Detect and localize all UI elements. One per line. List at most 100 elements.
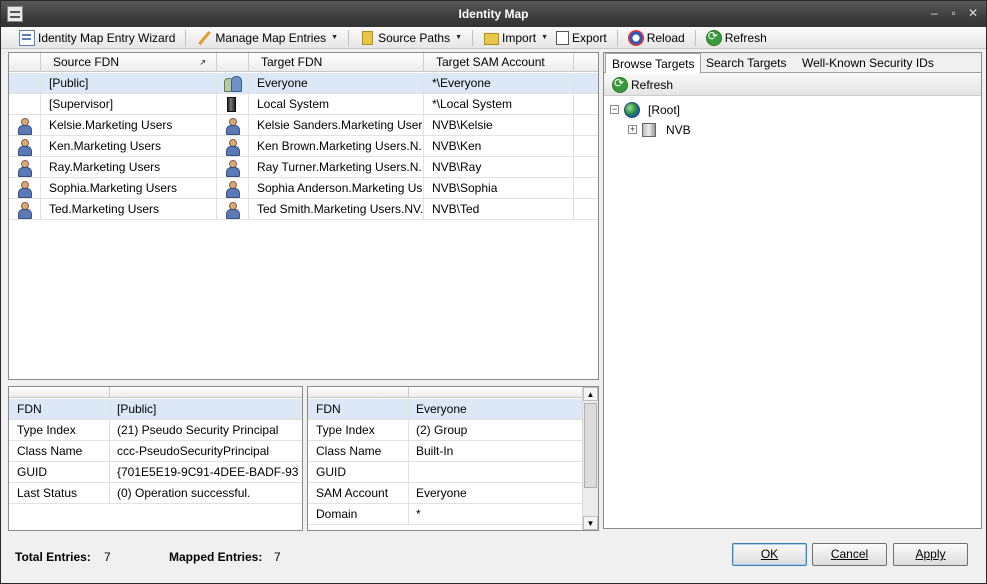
property-name: FDN xyxy=(316,402,341,416)
source-icon-cell xyxy=(9,73,41,93)
manage-map-entries-button[interactable]: Manage Map Entries ▼ xyxy=(192,28,342,48)
target-fdn-cell: Kelsie Sanders.Marketing User... xyxy=(249,115,424,135)
target-properties-scrollbar[interactable]: ▲ ▼ xyxy=(582,387,598,530)
target-icon-cell xyxy=(217,157,249,177)
scroll-down-arrow-icon[interactable]: ▼ xyxy=(583,516,598,530)
user-icon xyxy=(17,181,32,198)
property-row[interactable]: Domain * xyxy=(308,504,582,525)
refresh-button[interactable]: Refresh xyxy=(702,28,771,48)
export-icon xyxy=(556,30,569,45)
table-row[interactable]: [Public] Everyone *\Everyone xyxy=(9,73,598,94)
browse-refresh-button[interactable]: Refresh xyxy=(608,75,677,95)
property-name: Class Name xyxy=(316,444,382,458)
toolbar-separator xyxy=(348,29,350,46)
source-icon-cell xyxy=(9,115,41,135)
table-row[interactable]: Ray.Marketing Users Ray Turner.Marketing … xyxy=(9,157,598,178)
source-fdn-cell: Ray.Marketing Users xyxy=(41,157,217,177)
target-sam-account-cell: *\Local System xyxy=(424,94,574,114)
target-properties-panel[interactable]: FDN Everyone Type Index (2) Group Class Name… xyxy=(307,386,599,531)
property-value: Everyone xyxy=(416,402,467,416)
dropdown-arrow-icon: ▼ xyxy=(331,34,339,41)
property-divider xyxy=(408,504,409,524)
total-entries-value: 7 xyxy=(104,550,111,564)
target-icon-cell xyxy=(217,94,249,114)
target-fdn-cell: Ray Turner.Marketing Users.N... xyxy=(249,157,424,177)
property-row[interactable]: Type Index (2) Group xyxy=(308,420,582,441)
property-row[interactable]: FDN Everyone xyxy=(308,399,582,420)
target-sam-account-cell: NVB\Ray xyxy=(424,157,574,177)
property-value: Built-In xyxy=(416,444,454,458)
table-row[interactable]: Kelsie.Marketing Users Kelsie Sanders.Mar… xyxy=(9,115,598,136)
table-row[interactable]: Sophia.Marketing Users Sophia Anderson.Ma… xyxy=(9,178,598,199)
property-name: GUID xyxy=(17,465,47,479)
property-row[interactable]: FDN [Public] xyxy=(9,399,302,420)
source-icon-cell xyxy=(9,199,41,219)
server-icon xyxy=(642,123,656,137)
property-row[interactable]: GUID {701E5E19-9C91-4DEE-BADF-93A... xyxy=(9,462,302,483)
column-header-target-sam-account[interactable]: Target SAM Account xyxy=(424,53,574,72)
close-icon[interactable]: ✕ xyxy=(966,5,980,21)
apply-button[interactable]: Apply xyxy=(893,543,968,566)
source-fdn-cell: Ted.Marketing Users xyxy=(41,199,217,219)
ok-button[interactable]: OK xyxy=(732,543,807,566)
target-fdn-cell: Everyone xyxy=(249,73,424,93)
source-properties-panel[interactable]: FDN [Public] Type Index (21) Pseudo Securit… xyxy=(8,386,303,531)
tab-well-known-security-ids[interactable]: Well-Known Security IDs xyxy=(796,53,940,73)
property-value: * xyxy=(416,507,421,521)
target-properties-header xyxy=(308,387,583,398)
target-fdn-cell: Sophia Anderson.Marketing Us... xyxy=(249,178,424,198)
reload-button[interactable]: Reload xyxy=(624,28,689,48)
tab-search-targets[interactable]: Search Targets xyxy=(700,53,793,73)
tree-node-nvb[interactable]: + NVB xyxy=(628,121,728,139)
property-value: (2) Group xyxy=(416,423,468,437)
group-icon xyxy=(223,76,242,92)
property-row[interactable]: Class Name ccc-PseudoSecurityPrincipal xyxy=(9,441,302,462)
mapped-entries-value: 7 xyxy=(274,550,281,564)
table-row[interactable]: [Supervisor] Local System *\Local System xyxy=(9,94,598,115)
dropdown-arrow-icon: ▼ xyxy=(541,34,548,41)
minimize-icon[interactable]: – xyxy=(927,5,941,21)
sort-indicator-icon: ↗ xyxy=(199,58,206,67)
export-button[interactable]: Export xyxy=(552,28,611,48)
pencil-icon xyxy=(196,30,212,46)
cancel-button[interactable]: Cancel xyxy=(812,543,887,566)
column-header-source-fdn[interactable]: Source FDN ↗ xyxy=(41,53,217,72)
scrollbar-thumb[interactable] xyxy=(584,403,597,488)
property-value: (21) Pseudo Security Principal xyxy=(117,423,279,437)
identity-map-grid[interactable]: Source FDN ↗ Target FDN Target SAM Accou… xyxy=(8,52,599,380)
property-divider xyxy=(408,420,409,440)
target-sam-account-cell: NVB\Kelsie xyxy=(424,115,574,135)
source-paths-button[interactable]: Source Paths ▼ xyxy=(355,28,466,48)
column-header-target-fdn[interactable]: Target FDN xyxy=(249,53,424,72)
expand-icon[interactable]: + xyxy=(628,125,637,134)
maximize-icon[interactable]: ▫ xyxy=(947,5,961,21)
property-row[interactable]: Type Index (21) Pseudo Security Principal xyxy=(9,420,302,441)
source-properties-header xyxy=(9,387,302,398)
source-icon-column-header[interactable] xyxy=(9,53,41,72)
toolbar-separator xyxy=(185,29,187,46)
property-row[interactable]: SAM Account Everyone xyxy=(308,483,582,504)
table-row[interactable]: Ted.Marketing Users Ted Smith.Marketing U… xyxy=(9,199,598,220)
property-row[interactable]: Class Name Built-In xyxy=(308,441,582,462)
target-fdn-cell: Ken Brown.Marketing Users.N... xyxy=(249,136,424,156)
scroll-up-arrow-icon[interactable]: ▲ xyxy=(583,387,598,401)
tab-browse-targets[interactable]: Browse Targets xyxy=(605,53,702,74)
collapse-icon[interactable]: − xyxy=(610,105,619,114)
status-footer: Total Entries: 7 Mapped Entries: 7 OK Ca… xyxy=(1,531,986,583)
target-sam-account-cell: NVB\Sophia xyxy=(424,178,574,198)
globe-icon xyxy=(624,102,640,118)
source-icon-cell xyxy=(9,136,41,156)
property-row[interactable]: GUID xyxy=(308,462,582,483)
source-fdn-cell: [Supervisor] xyxy=(41,94,217,114)
property-divider xyxy=(109,462,110,482)
main-toolbar: Identity Map Entry Wizard Manage Map Ent… xyxy=(1,27,986,49)
identity-map-entry-wizard-button[interactable]: Identity Map Entry Wizard xyxy=(15,28,179,48)
target-icon-column-header[interactable] xyxy=(217,53,249,72)
tree-node-root[interactable]: − [Root] xyxy=(610,101,730,119)
property-name: Last Status xyxy=(17,486,78,500)
property-divider xyxy=(109,420,110,440)
user-icon xyxy=(225,181,240,198)
table-row[interactable]: Ken.Marketing Users Ken Brown.Marketing U… xyxy=(9,136,598,157)
property-row[interactable]: Last Status (0) Operation successful. xyxy=(9,483,302,504)
import-button[interactable]: Import ▼ xyxy=(479,28,552,48)
